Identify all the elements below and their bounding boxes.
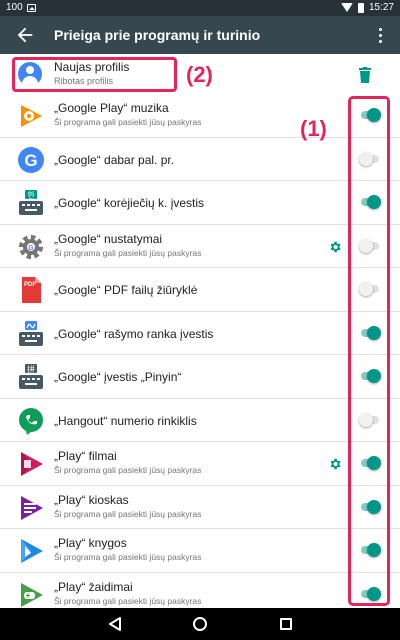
play-games-icon — [17, 581, 45, 609]
delete-icon[interactable] — [358, 67, 372, 83]
svg-text:拼: 拼 — [27, 364, 35, 374]
back-arrow-icon[interactable] — [14, 24, 36, 46]
image-notification-icon — [26, 3, 36, 12]
profile-row[interactable]: Naujas profilis Ribotas profilis (2) — [0, 54, 400, 94]
app-name: „Play“ filmai — [54, 449, 117, 463]
more-options-icon[interactable] — [374, 26, 386, 44]
app-row[interactable]: „Play“ kioskas Ši programa gali pasiekti … — [0, 486, 400, 529]
app-row[interactable]: „Hangout“ numerio rinkiklis — [0, 399, 400, 442]
korean-keyboard-icon: 한 — [17, 189, 45, 217]
annotation-label-2: (2) — [186, 62, 213, 87]
app-row[interactable]: 拼 „Google“ įvestis „Pinyin“ — [0, 355, 400, 399]
app-name: „Google Play“ muzika — [54, 101, 169, 115]
play-movies-icon — [17, 450, 45, 478]
app-name: „Google“ įvestis „Pinyin“ — [54, 370, 182, 384]
settings-gear-icon[interactable] — [328, 240, 342, 254]
app-subtitle: Ši programa gali pasiekti jūsų paskyras — [54, 465, 202, 475]
app-subtitle: Ši programa gali pasiekti jūsų paskyras — [54, 552, 202, 562]
app-name: „Play“ kioskas — [54, 492, 129, 507]
app-list: „Google Play“ muzika Ši programa gali pas… — [0, 94, 400, 616]
google-settings-icon: G — [17, 233, 45, 261]
app-row[interactable]: „Google“ rašymo ranka įvestis — [0, 312, 400, 355]
svg-text:G: G — [24, 151, 37, 170]
app-row[interactable]: G „Google“ dabar pal. pr. — [0, 138, 400, 181]
annotation-label-1: (1) — [300, 116, 327, 141]
wifi-icon — [340, 3, 353, 12]
pdf-viewer-icon: PDF — [17, 276, 45, 304]
settings-gear-icon[interactable] — [328, 457, 342, 471]
app-subtitle: Ši programa gali pasiekti jūsų paskyras — [54, 508, 202, 519]
app-row[interactable]: PDF „Google“ PDF failų žiūryklė — [0, 268, 400, 312]
battery-level-text: 100 — [6, 2, 23, 13]
nav-recent-apps-icon[interactable] — [280, 618, 292, 630]
app-name: „Google“ korėjiečių k. įvestis — [54, 196, 205, 210]
status-time: 15:27 — [368, 2, 394, 13]
status-bar: 100 15:27 — [0, 0, 400, 16]
profile-subtitle: Ribotas profilis — [54, 76, 114, 86]
svg-text:한: 한 — [27, 191, 35, 200]
profile-name[interactable]: Naujas profilis — [54, 60, 129, 74]
navigation-bar — [0, 608, 400, 640]
battery-icon — [357, 2, 364, 13]
svg-text:PDF: PDF — [24, 282, 36, 288]
app-subtitle: Ši programa gali pasiekti jūsų paskyras — [54, 247, 202, 258]
play-newsstand-icon — [17, 494, 45, 522]
app-row[interactable]: „Play“ knygos Ši programa gali pasiekti j… — [0, 529, 400, 573]
app-row[interactable]: „Play“ filmai Ši programa gali pasiekti j… — [0, 442, 400, 486]
app-name: „Google“ dabar pal. pr. — [54, 152, 175, 167]
app-row[interactable]: G „Google“ nustatymai Ši programa gali pas… — [0, 225, 400, 268]
app-name: „Google“ PDF failų žiūryklė — [54, 283, 198, 297]
app-name: „Play“ knygos — [54, 536, 127, 550]
app-name: „Google“ rašymo ranka įvestis — [54, 326, 214, 341]
app-subtitle: Ši programa gali pasiekti jūsų paskyras — [54, 117, 202, 127]
app-row[interactable]: „Google Play“ muzika Ši programa gali pas… — [0, 94, 400, 138]
google-g-icon: G — [17, 146, 45, 174]
app-bar: Prieiga prie programų ir turinio — [0, 16, 400, 54]
app-row[interactable]: 한 „Google“ korėjiečių k. įvestis — [0, 181, 400, 225]
highlight-box-toggles — [348, 96, 390, 606]
avatar — [18, 62, 42, 86]
nav-back-icon[interactable] — [108, 617, 122, 636]
app-subtitle: Ši programa gali pasiekti jūsų paskyras — [54, 595, 202, 606]
app-name: „Google“ nustatymai — [54, 231, 163, 246]
page-title: Prieiga prie programų ir turinio — [54, 27, 261, 43]
pinyin-keyboard-icon: 拼 — [17, 363, 45, 391]
app-name: „Play“ žaidimai — [54, 579, 133, 594]
app-name: „Hangout“ numerio rinkiklis — [54, 413, 197, 428]
handwriting-keyboard-icon — [17, 320, 45, 348]
play-music-icon — [17, 102, 45, 130]
hangouts-dialer-icon — [17, 407, 45, 435]
nav-home-icon[interactable] — [193, 617, 207, 631]
svg-text:G: G — [28, 245, 34, 252]
play-books-icon — [17, 537, 45, 565]
